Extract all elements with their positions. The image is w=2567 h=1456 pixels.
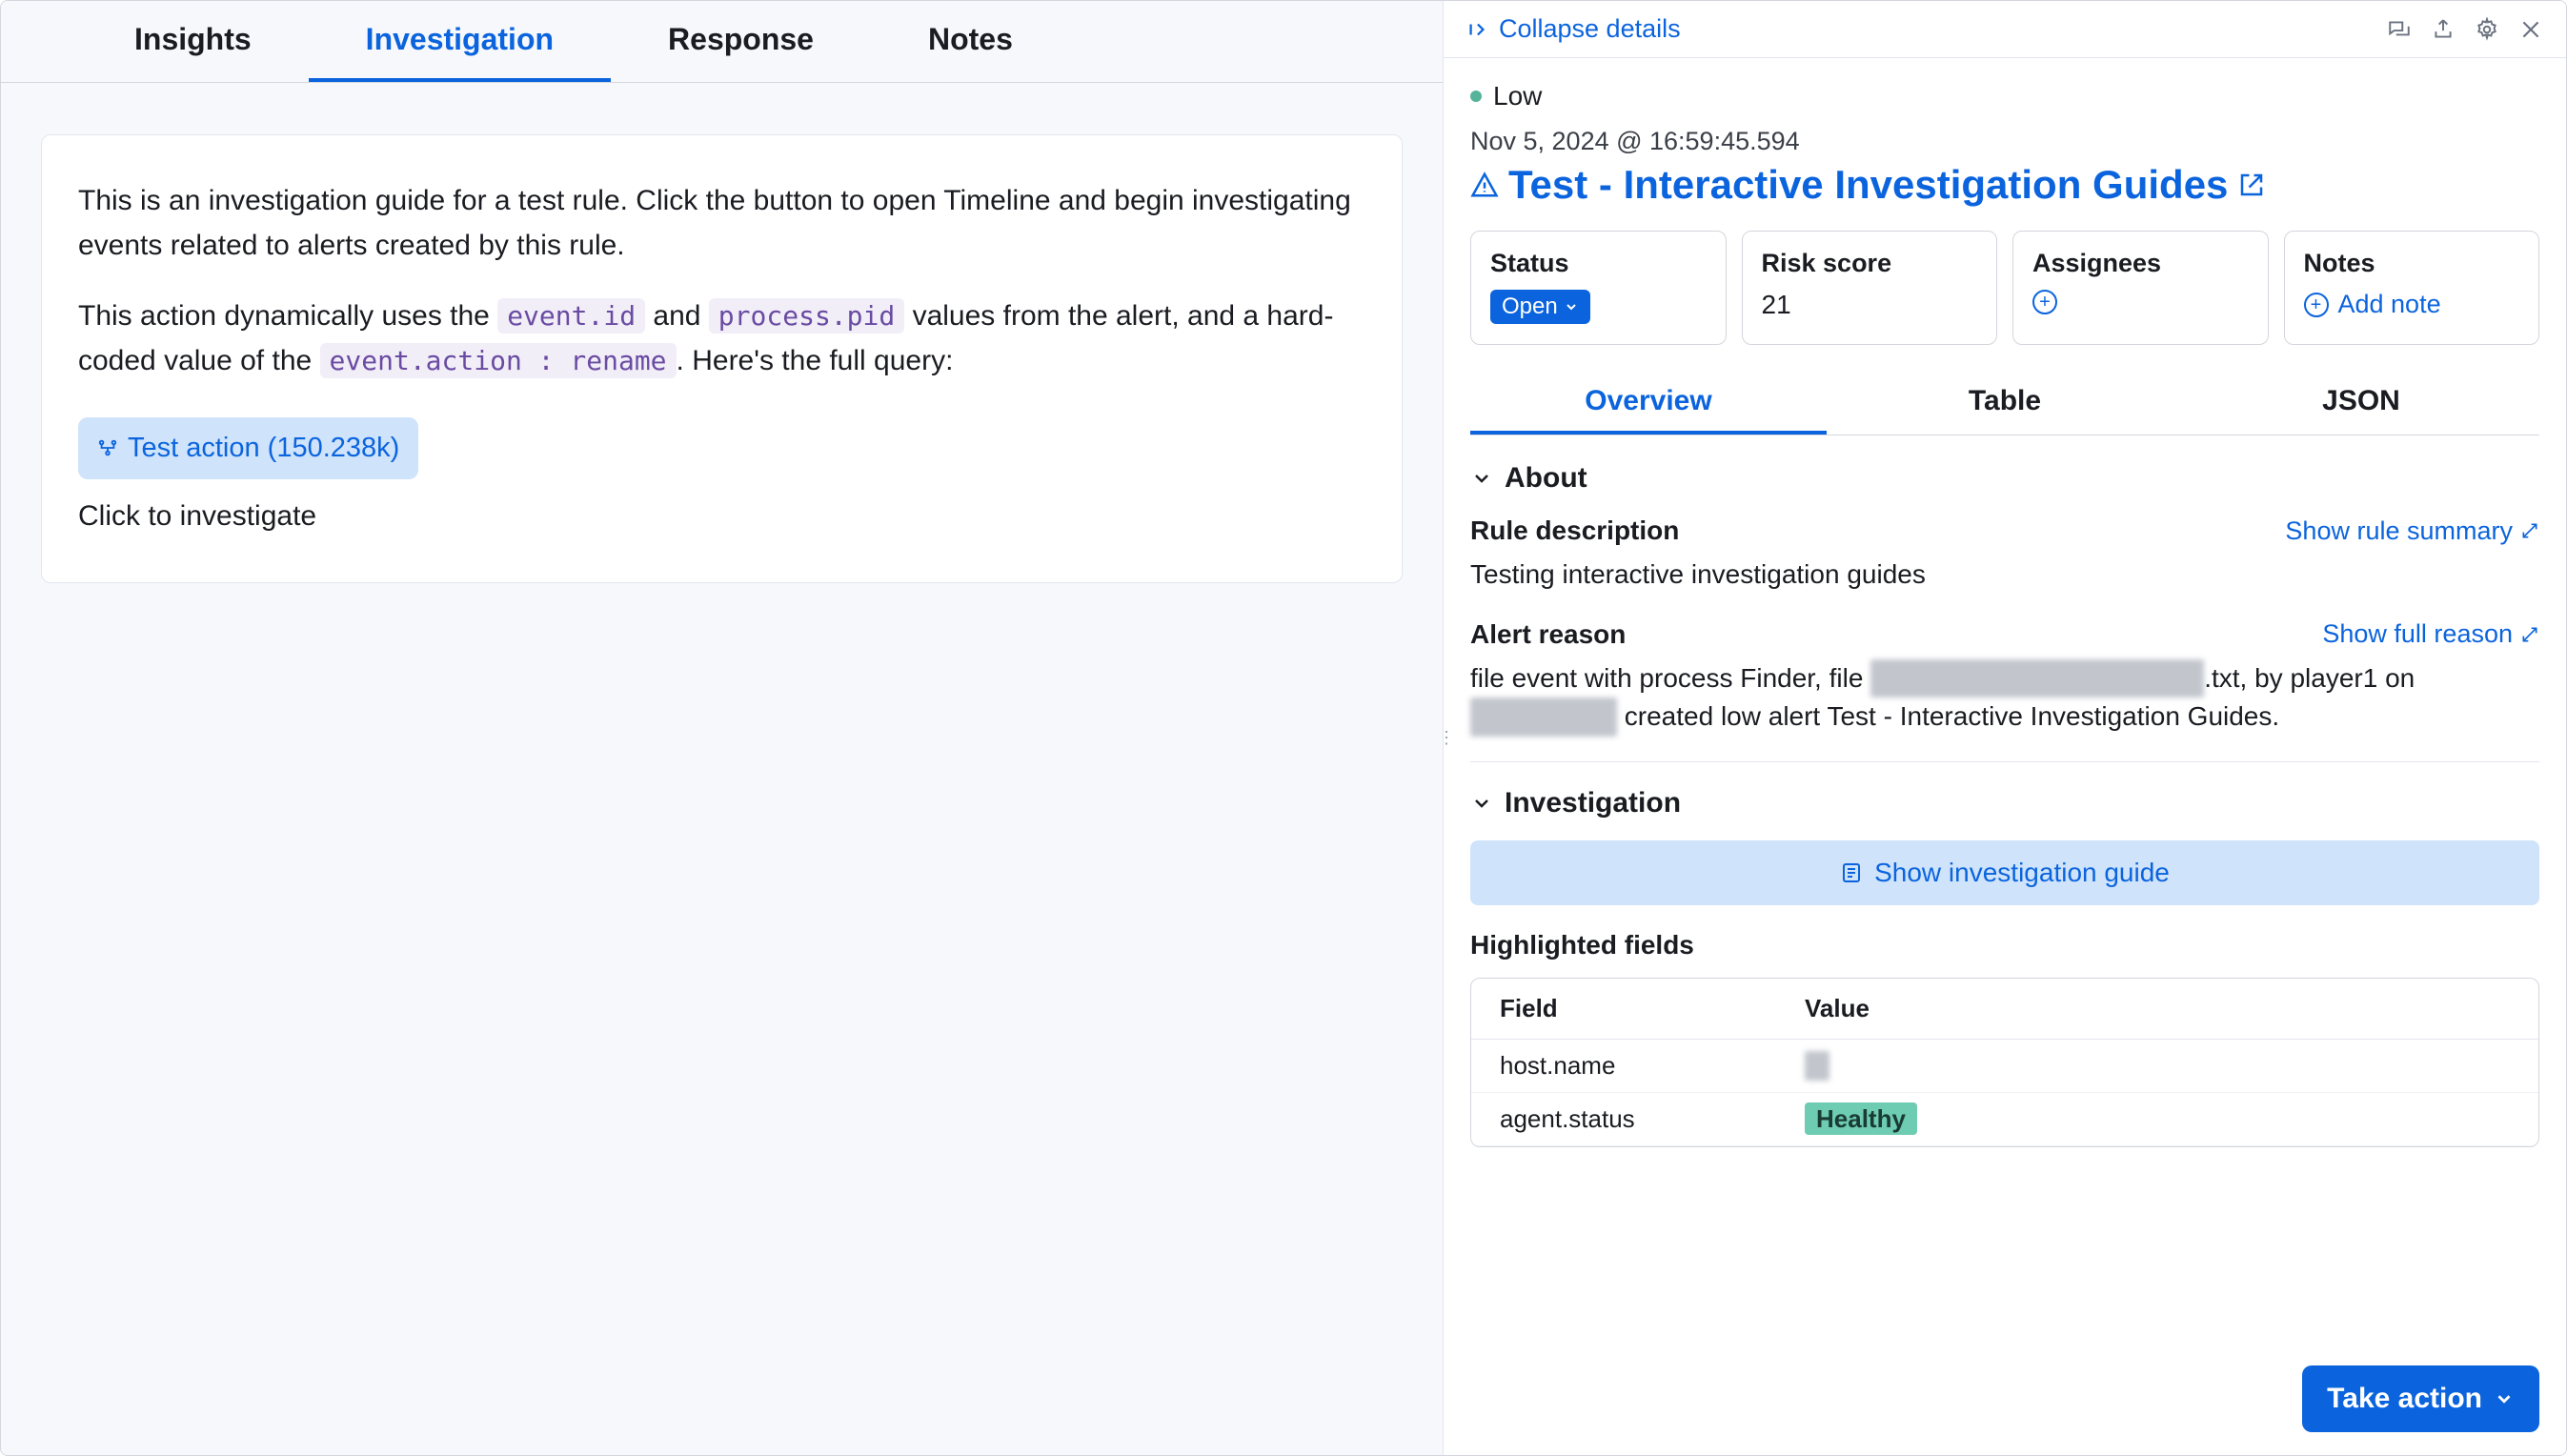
table-row: agent.status Healthy: [1471, 1093, 2538, 1146]
share-icon[interactable]: [2431, 17, 2456, 42]
investigation-guide-card: This is an investigation guide for a tes…: [41, 134, 1403, 583]
alert-reason-label: Alert reason: [1470, 619, 1626, 650]
risk-score-card: Risk score 21: [1742, 231, 1998, 345]
risk-score-value: 21: [1762, 290, 1978, 320]
chevron-down-icon: [2494, 1388, 2515, 1409]
tab-json[interactable]: JSON: [2183, 372, 2539, 435]
details-flyout: ⋮ Collapse details Low Nov 5, 2024 @ 16:…: [1444, 1, 2566, 1455]
external-link-icon[interactable]: [2237, 171, 2266, 199]
rule-description-label: Rule description: [1470, 516, 1679, 546]
add-note-button[interactable]: + Add note: [2304, 290, 2441, 319]
left-pane: Insights Investigation Response Notes Th…: [1, 1, 1444, 1455]
collapse-details-button[interactable]: Collapse details: [1466, 14, 1681, 44]
status-badge[interactable]: Open: [1490, 290, 1590, 324]
stat-cards: Status Open Risk score 21 Assignees + No…: [1470, 231, 2539, 345]
severity-row: Low: [1470, 81, 2539, 111]
warning-icon: [1470, 171, 1499, 199]
test-action-chip[interactable]: Test action (150.238k): [78, 417, 418, 479]
notes-card: Notes + Add note: [2284, 231, 2540, 345]
take-action-button[interactable]: Take action: [2302, 1365, 2539, 1432]
guide-paragraph-1: This is an investigation guide for a tes…: [78, 179, 1365, 268]
investigation-section-header[interactable]: Investigation: [1470, 787, 2539, 819]
assignees-card: Assignees +: [2012, 231, 2269, 345]
chat-icon[interactable]: [2387, 17, 2412, 42]
close-icon[interactable]: [2518, 17, 2543, 42]
alert-title[interactable]: Test - Interactive Investigation Guides: [1508, 162, 2228, 208]
code-process-pid: process.pid: [709, 298, 904, 334]
resize-handle[interactable]: ⋮: [1438, 728, 1449, 766]
severity-label: Low: [1493, 81, 1542, 111]
main-tabs: Insights Investigation Response Notes: [1, 1, 1443, 83]
expand-icon: [2520, 625, 2539, 644]
health-badge: Healthy: [1805, 1102, 1917, 1135]
investigate-hint: Click to investigate: [78, 495, 1365, 539]
alert-timestamp: Nov 5, 2024 @ 16:59:45.594: [1470, 127, 2539, 156]
guide-paragraph-2: This action dynamically uses the event.i…: [78, 294, 1365, 383]
table-row: host.name xx: [1471, 1040, 2538, 1093]
tab-investigation[interactable]: Investigation: [309, 1, 611, 82]
highlighted-fields-label: Highlighted fields: [1470, 930, 2539, 961]
code-event-id: event.id: [497, 298, 645, 334]
gear-icon[interactable]: [2475, 17, 2499, 42]
show-rule-summary-link[interactable]: Show rule summary: [2285, 516, 2539, 546]
add-assignee-button[interactable]: +: [2032, 290, 2057, 314]
collapse-icon: [1466, 19, 1487, 40]
divider: [1470, 761, 2539, 762]
flyout-header: Collapse details: [1444, 1, 2566, 58]
show-full-reason-link[interactable]: Show full reason: [2322, 619, 2539, 649]
expand-icon: [2520, 521, 2539, 540]
chevron-down-icon: [1470, 467, 1493, 490]
status-card: Status Open: [1470, 231, 1727, 345]
detail-tabs: Overview Table JSON: [1470, 372, 2539, 435]
tab-table[interactable]: Table: [1827, 372, 2183, 435]
chevron-down-icon: [1564, 299, 1579, 314]
timeline-icon: [97, 437, 118, 458]
test-action-label: Test action (150.238k): [128, 427, 399, 470]
tab-overview[interactable]: Overview: [1470, 372, 1827, 435]
alert-reason-text: file event with process Finder, file xxx…: [1470, 659, 2539, 737]
rule-description-text: Testing interactive investigation guides: [1470, 556, 2539, 595]
show-investigation-guide-button[interactable]: Show investigation guide: [1470, 840, 2539, 905]
col-value: Value: [1805, 994, 1870, 1023]
highlighted-fields-table: Field Value host.name xx agent.status He…: [1470, 978, 2539, 1147]
tab-notes[interactable]: Notes: [871, 1, 1070, 82]
chevron-down-icon: [1470, 792, 1493, 815]
tab-response[interactable]: Response: [611, 1, 871, 82]
about-section-header[interactable]: About: [1470, 462, 2539, 495]
guide-icon: [1840, 861, 1863, 884]
tab-insights[interactable]: Insights: [77, 1, 309, 82]
col-field: Field: [1500, 994, 1805, 1023]
code-event-action: event.action : rename: [320, 343, 677, 378]
severity-dot-icon: [1470, 91, 1482, 102]
